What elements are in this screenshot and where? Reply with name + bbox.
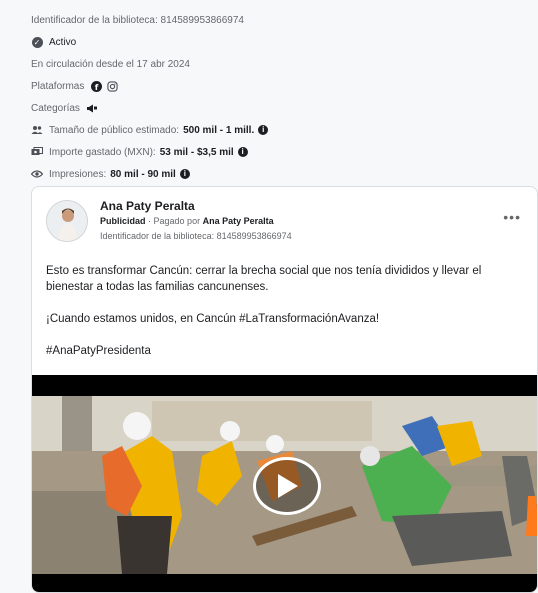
library-id-row: Identificador de la biblioteca: 81458995… — [31, 10, 531, 30]
library-id-text: Identificador de la biblioteca: 81458995… — [31, 14, 244, 26]
ad-hashtag: #AnaPatyPresidenta — [46, 345, 151, 357]
info-icon[interactable]: i — [258, 125, 269, 135]
sponsored-label: Publicidad — [100, 216, 146, 226]
ad-video[interactable] — [32, 375, 537, 592]
eye-icon — [31, 168, 43, 180]
platforms-label: Plataformas — [31, 80, 85, 92]
info-icon[interactable]: i — [237, 147, 248, 157]
paid-by-prefix: · Pagado por — [148, 216, 201, 226]
svg-text:f: f — [95, 82, 99, 92]
avatar[interactable] — [46, 200, 88, 242]
ad-library-page: Identificador de la biblioteca: 81458995… — [0, 0, 538, 593]
ad-body-text: Esto es transformar Cancún: cerrar la br… — [46, 263, 526, 375]
ad-text-paragraph: ¡Cuando estamos unidos, en Cancún #LaTra… — [46, 313, 380, 325]
spent-value: 53 mil - $3,5 mil — [159, 146, 234, 158]
page-name[interactable]: Ana Paty Peralta — [100, 199, 195, 213]
megaphone-icon — [86, 102, 98, 114]
card-library-id: Identificador de la biblioteca: 81458995… — [100, 231, 292, 241]
paid-by-name: Ana Paty Peralta — [202, 216, 274, 226]
play-button[interactable] — [253, 457, 321, 515]
spent-label: Importe gastado (MXN): — [49, 146, 156, 158]
check-circle-icon: ✓ — [31, 36, 43, 48]
audience-row: Tamaño de público estimado: 500 mil - 1 … — [31, 120, 531, 140]
ad-card: Ana Paty Peralta Publicidad · Pagado por… — [31, 186, 538, 593]
audience-value: 500 mil - 1 mill. — [183, 124, 255, 136]
money-icon — [31, 146, 43, 158]
categories-row: Categorías — [31, 98, 531, 118]
impressions-label: Impresiones: — [49, 168, 107, 180]
status-row: ✓ Activo — [31, 32, 531, 52]
running-since-row: En circulación desde el 17 abr 2024 — [31, 54, 531, 74]
platforms-row: Plataformas f — [31, 76, 531, 96]
categories-label: Categorías — [31, 102, 80, 114]
running-since-text: En circulación desde el 17 abr 2024 — [31, 58, 190, 70]
ad-text-paragraph: Esto es transformar Cancún: cerrar la br… — [46, 265, 482, 293]
people-icon — [31, 124, 43, 136]
impressions-value: 80 mil - 90 mil — [110, 168, 176, 180]
sponsored-line: Publicidad · Pagado por Ana Paty Peralta — [100, 216, 274, 226]
status-badge: Activo — [49, 36, 77, 48]
more-options-button[interactable]: ••• — [503, 209, 521, 225]
audience-label: Tamaño de público estimado: — [49, 124, 180, 136]
facebook-icon: f — [90, 80, 102, 92]
instagram-icon — [106, 80, 118, 92]
impressions-row: Impresiones: 80 mil - 90 mil i — [31, 164, 531, 184]
info-icon[interactable]: i — [179, 169, 190, 179]
ad-metadata: Identificador de la biblioteca: 81458995… — [31, 10, 531, 184]
spent-row: Importe gastado (MXN): 53 mil - $3,5 mil… — [31, 142, 531, 162]
play-icon — [278, 474, 298, 498]
